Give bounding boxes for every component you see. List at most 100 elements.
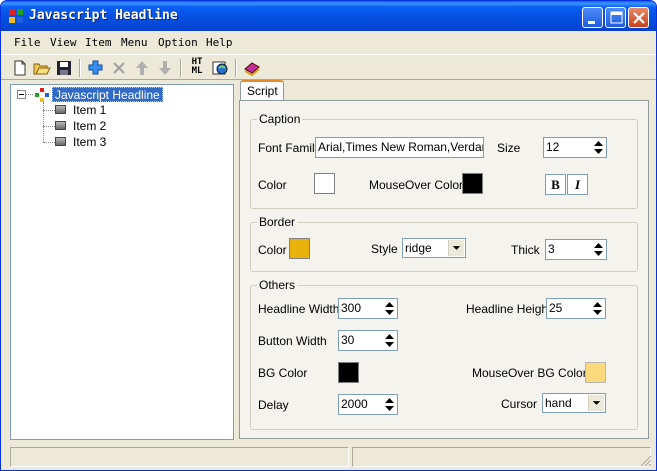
menu-option[interactable]: Option: [158, 35, 198, 51]
item-icon: [55, 105, 66, 114]
headline-width-spinner[interactable]: 300: [338, 298, 398, 319]
spin-arrows-icon[interactable]: [592, 241, 605, 258]
headline-height-spinner[interactable]: 25: [546, 298, 606, 319]
font-family-label: Font Family: [258, 141, 321, 155]
headline-height-value: 25: [549, 301, 563, 315]
delete-button[interactable]: [109, 58, 129, 78]
mouseover-bg-color-label: MouseOver BG Color: [472, 366, 587, 380]
menu-view[interactable]: View: [50, 35, 77, 51]
size-label: Size: [497, 141, 521, 155]
save-button[interactable]: [54, 58, 74, 78]
tree-item[interactable]: Item 3: [73, 135, 106, 150]
caption-color-swatch[interactable]: [314, 173, 335, 194]
tab-script[interactable]: Script: [240, 80, 284, 101]
caption-group-title: Caption: [257, 112, 303, 126]
thick-value: 3: [548, 242, 555, 256]
delay-value: 2000: [341, 397, 368, 411]
move-up-button[interactable]: [132, 58, 152, 78]
html-button[interactable]: HT ML: [187, 58, 207, 78]
spin-arrows-icon[interactable]: [591, 300, 604, 317]
mouseover-color-swatch[interactable]: [462, 173, 483, 194]
border-style-value: ridge: [405, 241, 432, 255]
menu-menu[interactable]: Menu: [121, 35, 148, 51]
bg-color-swatch[interactable]: [338, 362, 359, 383]
italic-button[interactable]: I: [567, 174, 588, 195]
help-icon: [244, 62, 260, 77]
caption-color-label: Color: [258, 178, 287, 192]
mouseover-bg-color-swatch[interactable]: [585, 362, 606, 383]
menu-file[interactable]: File: [14, 35, 41, 51]
chevron-down-icon[interactable]: [448, 240, 464, 256]
tree-line: [43, 126, 55, 127]
headline-root-icon: [35, 88, 49, 102]
open-icon: [33, 63, 51, 75]
cursor-select[interactable]: hand: [542, 393, 606, 413]
collapse-toggle[interactable]: [17, 90, 26, 99]
chevron-down-icon[interactable]: [588, 395, 604, 411]
minimize-icon: [588, 21, 595, 24]
caption-group: Caption Font Family Arial,Times New Roma…: [250, 112, 638, 209]
move-up-icon: [136, 61, 148, 75]
size-spinner[interactable]: 12: [543, 137, 607, 158]
others-group-title: Others: [257, 278, 298, 292]
others-group: Others Headline Width 300 Headline Heigh…: [250, 278, 638, 430]
spin-arrows-icon[interactable]: [383, 300, 396, 317]
tree-line: [43, 142, 55, 143]
html-icon: HT ML: [188, 58, 206, 78]
button-width-spinner[interactable]: 30: [338, 330, 398, 351]
maximize-button[interactable]: [605, 7, 626, 28]
new-button[interactable]: [10, 58, 30, 78]
thick-spinner[interactable]: 3: [545, 239, 607, 260]
tree-line: [43, 102, 44, 142]
toolbar: HT ML: [1, 54, 656, 80]
help-button[interactable]: [242, 58, 262, 78]
add-icon: [88, 60, 103, 75]
border-color-label: Color: [258, 243, 287, 257]
add-button[interactable]: [86, 58, 106, 78]
spin-arrows-icon[interactable]: [383, 332, 396, 349]
status-panel-left: [10, 447, 349, 467]
tree-item[interactable]: Item 2: [73, 119, 106, 134]
delay-label: Delay: [258, 398, 289, 412]
spin-arrows-icon[interactable]: [592, 139, 605, 156]
border-style-select[interactable]: ridge: [402, 238, 466, 258]
button-width-value: 30: [341, 333, 355, 347]
tree-line: [26, 94, 33, 95]
toolbar-separator: [79, 59, 81, 77]
title-bar[interactable]: Javascript Headline: [1, 1, 656, 31]
window-title: Javascript Headline: [29, 8, 178, 23]
font-family-input[interactable]: Arial,Times New Roman,Verdana: [315, 137, 484, 158]
thick-label: Thick: [511, 243, 540, 257]
border-group-title: Border: [257, 215, 298, 229]
item-icon: [55, 137, 66, 146]
bg-color-label: BG Color: [258, 366, 308, 380]
preview-icon: [212, 61, 228, 75]
menu-bar: File View Item Menu Option Help: [1, 31, 656, 53]
minus-icon: [19, 94, 24, 95]
maximize-icon: [610, 11, 623, 24]
menu-item[interactable]: Item: [85, 35, 112, 51]
item-icon: [55, 121, 66, 130]
status-bar: [1, 444, 656, 470]
move-down-button[interactable]: [155, 58, 175, 78]
headline-height-label: Headline Height: [466, 302, 552, 316]
minimize-button[interactable]: [582, 7, 603, 28]
tree-item[interactable]: Item 1: [73, 103, 106, 118]
close-button[interactable]: [628, 7, 649, 28]
size-value: 12: [546, 140, 560, 154]
bold-button[interactable]: B: [545, 174, 566, 195]
move-down-icon: [159, 61, 171, 75]
button-width-label: Button Width: [258, 334, 327, 348]
tree-root-label[interactable]: Javascript Headline: [52, 87, 163, 102]
menu-help[interactable]: Help: [206, 35, 233, 51]
item-tree[interactable]: Javascript Headline Item 1 Item 2 Item 3: [10, 84, 234, 440]
spin-arrows-icon[interactable]: [383, 396, 396, 413]
border-color-swatch[interactable]: [289, 238, 310, 259]
close-icon: [633, 12, 645, 24]
open-button[interactable]: [32, 58, 52, 78]
resize-grip-icon[interactable]: [640, 455, 652, 467]
delay-spinner[interactable]: 2000: [338, 394, 398, 415]
cursor-value: hand: [545, 396, 572, 410]
headline-width-value: 300: [341, 301, 362, 315]
preview-button[interactable]: [210, 58, 230, 78]
